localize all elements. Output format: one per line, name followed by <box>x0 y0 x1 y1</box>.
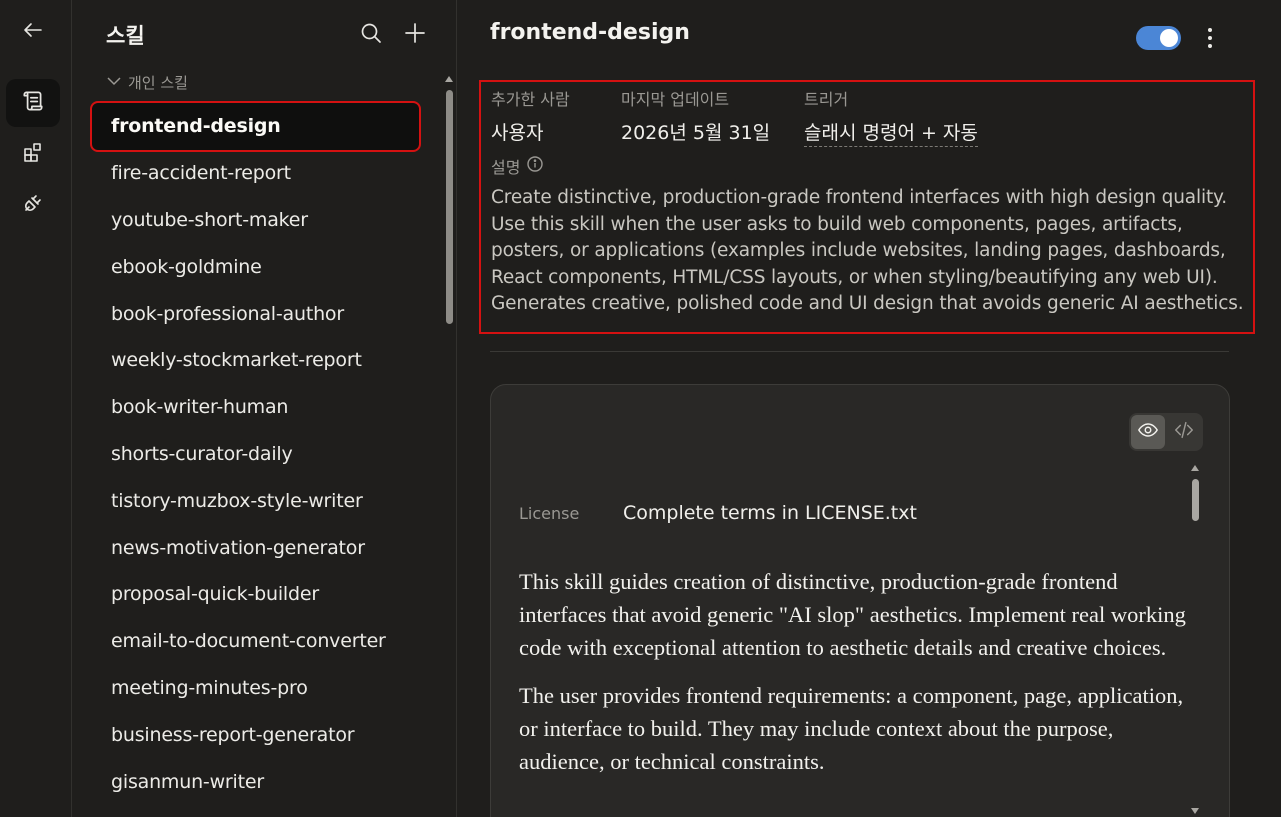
search-icon <box>359 21 383 50</box>
skill-body: This skill guides creation of distinctiv… <box>519 565 1189 793</box>
skill-title: frontend-design <box>490 20 690 45</box>
updated-label: 마지막 업데이트 <box>621 90 730 109</box>
skill-list-item[interactable]: proposal-quick-builder <box>92 571 422 618</box>
description-text: Create distinctive, production-grade fro… <box>491 187 1244 315</box>
group-label: 개인 스킬 <box>128 74 188 92</box>
skill-list-item[interactable]: gisanmun-writer <box>92 758 422 805</box>
skill-enabled-toggle[interactable] <box>1136 26 1181 50</box>
skill-list-item[interactable]: weekly-stockmarket-report <box>92 337 422 384</box>
meta-added-by: 추가한 사람 사용자 <box>491 86 570 145</box>
preview-mode-button[interactable] <box>1131 415 1165 449</box>
source-mode-button[interactable] <box>1167 415 1201 449</box>
body-paragraph: This skill guides creation of distinctiv… <box>519 569 1186 660</box>
back-arrow-icon <box>21 18 45 47</box>
search-button[interactable] <box>358 22 384 48</box>
scroll-down-arrow[interactable] <box>1191 808 1199 814</box>
scroll-up-arrow[interactable] <box>1191 465 1199 471</box>
more-vertical-icon <box>1208 28 1212 32</box>
divider <box>490 351 1229 352</box>
trigger-value[interactable]: 슬래시 명령어 + 자동 <box>804 118 978 147</box>
eye-icon <box>1137 419 1159 446</box>
skill-list-item[interactable]: youtube-short-maker <box>92 197 422 244</box>
info-icon[interactable] <box>527 156 544 176</box>
skill-metadata: 추가한 사람 사용자 마지막 업데이트 2026년 5월 31일 트리거 슬래시… <box>479 80 1255 334</box>
skills-panel-title: 스킬 <box>106 24 145 48</box>
trigger-label: 트리거 <box>804 90 849 109</box>
added-by-value: 사용자 <box>491 122 544 144</box>
skills-panel: 스킬 개인 스킬 frontend-design fire-accident-re… <box>72 0 457 817</box>
skill-list-item[interactable]: news-motivation-generator <box>92 524 422 571</box>
skill-list-item[interactable]: ebook-goldmine <box>92 243 422 290</box>
added-by-label: 추가한 사람 <box>491 90 570 109</box>
updated-value: 2026년 5월 31일 <box>621 122 771 144</box>
scrollbar-thumb[interactable] <box>446 90 453 324</box>
skill-list-item[interactable]: meeting-minutes-pro <box>92 665 422 712</box>
rail-connectors-button[interactable] <box>6 130 60 178</box>
meta-updated: 마지막 업데이트 2026년 5월 31일 <box>621 86 770 145</box>
plus-icon <box>403 21 427 50</box>
connectors-icon <box>21 140 45 169</box>
description-heading: 설명 <box>491 154 544 178</box>
license-value: Complete terms in LICENSE.txt <box>623 502 917 524</box>
app-rail <box>0 0 72 817</box>
license-row: License Complete terms in LICENSE.txt <box>519 502 917 524</box>
description-label: 설명 <box>491 158 521 177</box>
back-button[interactable] <box>6 8 60 56</box>
skill-list-item[interactable]: shorts-curator-daily <box>92 431 422 478</box>
skill-list-item[interactable]: email-to-document-converter <box>92 618 422 665</box>
skill-list-item[interactable]: tistory-muzbox-style-writer <box>92 477 422 524</box>
skill-list-item[interactable]: frontend-design <box>90 101 421 152</box>
skill-list-item[interactable]: fire-accident-report <box>92 150 422 197</box>
skill-list-item[interactable]: business-report-generator <box>92 711 422 758</box>
skills-scrollbar[interactable] <box>445 76 453 326</box>
skills-scroll-icon <box>20 88 46 119</box>
toggle-knob <box>1160 29 1178 47</box>
add-skill-button[interactable] <box>402 22 428 48</box>
license-label: License <box>519 504 580 523</box>
body-paragraph: The user provides frontend requirements:… <box>519 683 1184 774</box>
skill-content-card: License Complete terms in LICENSE.txt Th… <box>490 384 1230 817</box>
skill-list-item[interactable]: book-professional-author <box>92 290 422 337</box>
skill-list: frontend-design fire-accident-report youtu… <box>90 101 422 805</box>
more-options-button[interactable] <box>1200 25 1220 51</box>
meta-trigger: 트리거 슬래시 명령어 + 자동 <box>804 86 978 147</box>
chevron-down-icon <box>106 73 122 93</box>
skill-list-item[interactable]: book-writer-human <box>92 384 422 431</box>
plugin-icon <box>21 191 45 220</box>
code-icon <box>1173 419 1195 446</box>
scroll-up-arrow[interactable] <box>445 76 453 82</box>
skill-detail: frontend-design 추가한 사람 사용자 마지막 업데이트 2026… <box>458 0 1281 817</box>
rail-skills-button[interactable] <box>6 79 60 127</box>
content-scrollbar[interactable] <box>1191 465 1200 817</box>
view-mode-toggle <box>1129 413 1203 451</box>
scrollbar-thumb[interactable] <box>1192 479 1199 521</box>
group-personal-skills[interactable]: 개인 스킬 <box>106 72 188 93</box>
rail-plugins-button[interactable] <box>6 181 60 229</box>
